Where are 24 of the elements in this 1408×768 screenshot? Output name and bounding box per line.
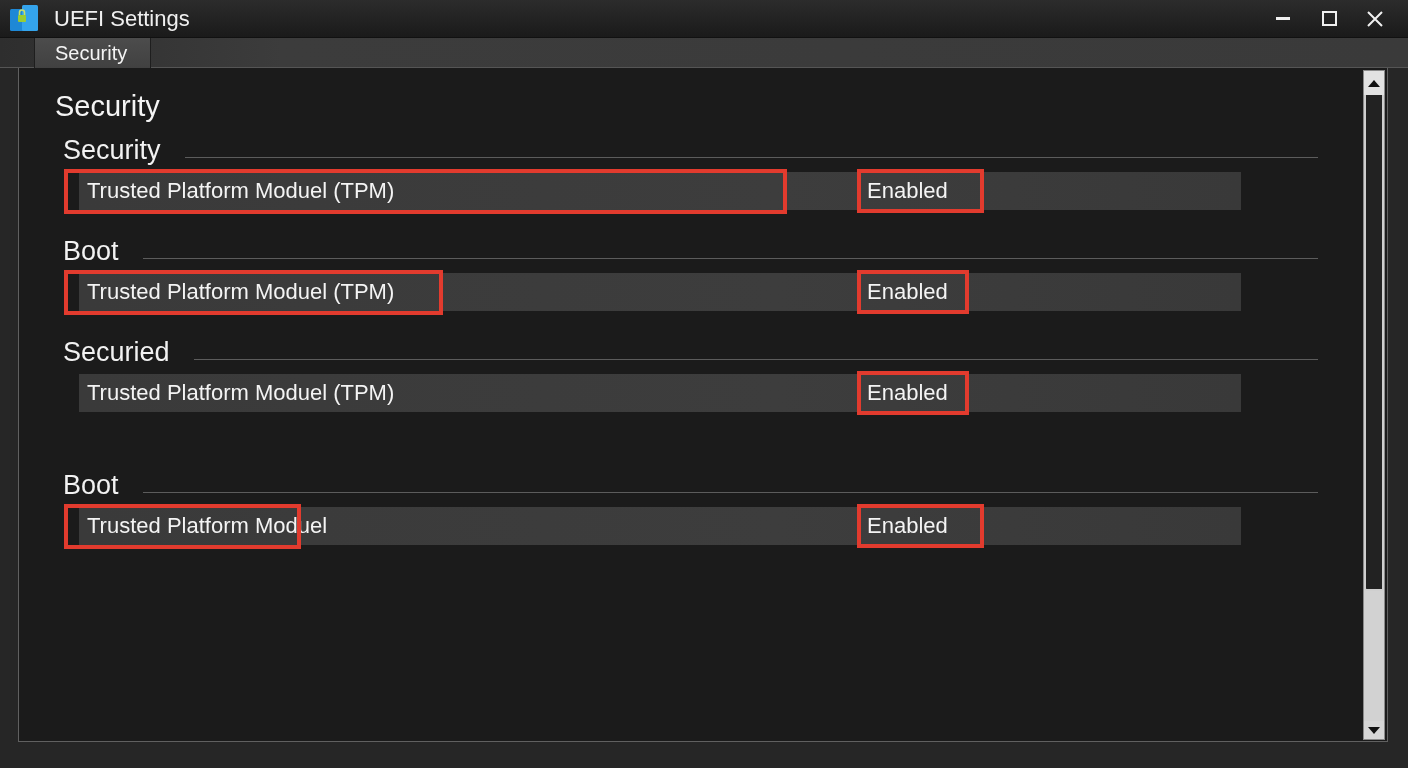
section-heading: Boot (63, 235, 119, 268)
section-heading: Security (63, 134, 161, 167)
scroll-down-button[interactable] (1364, 721, 1384, 739)
setting-value[interactable]: Enabled (867, 380, 948, 405)
down-arrow-icon (1368, 726, 1380, 734)
tab[interactable]: Security (34, 38, 151, 68)
setting-label: Trusted Platform Moduel (TPM) (87, 178, 395, 203)
page-title: Security (55, 89, 161, 124)
setting-value[interactable]: Enabled (867, 279, 948, 304)
setting-value[interactable]: Enabled (867, 513, 948, 538)
app-icon (10, 5, 38, 32)
maximize-icon (1321, 11, 1337, 26)
scrollbar-thumb[interactable] (1364, 95, 1384, 591)
minimize-icon (1276, 17, 1290, 20)
up-arrow-icon (1368, 79, 1380, 87)
scroll-up-button[interactable] (1364, 71, 1384, 95)
section-heading: Securied (63, 336, 170, 369)
setting-label: Trusted Platform Moduel (TPM) (87, 380, 395, 405)
section-heading: Boot (63, 469, 119, 502)
window-title: UEFI Settings (54, 4, 190, 33)
setting-value[interactable]: Enabled (867, 178, 948, 203)
setting-row[interactable]: Trusted Platform Moduel (TPM) Enabled (79, 374, 1241, 412)
close-icon (1367, 10, 1383, 27)
setting-label: Trusted Platform Moduel (TPM) (87, 279, 395, 304)
